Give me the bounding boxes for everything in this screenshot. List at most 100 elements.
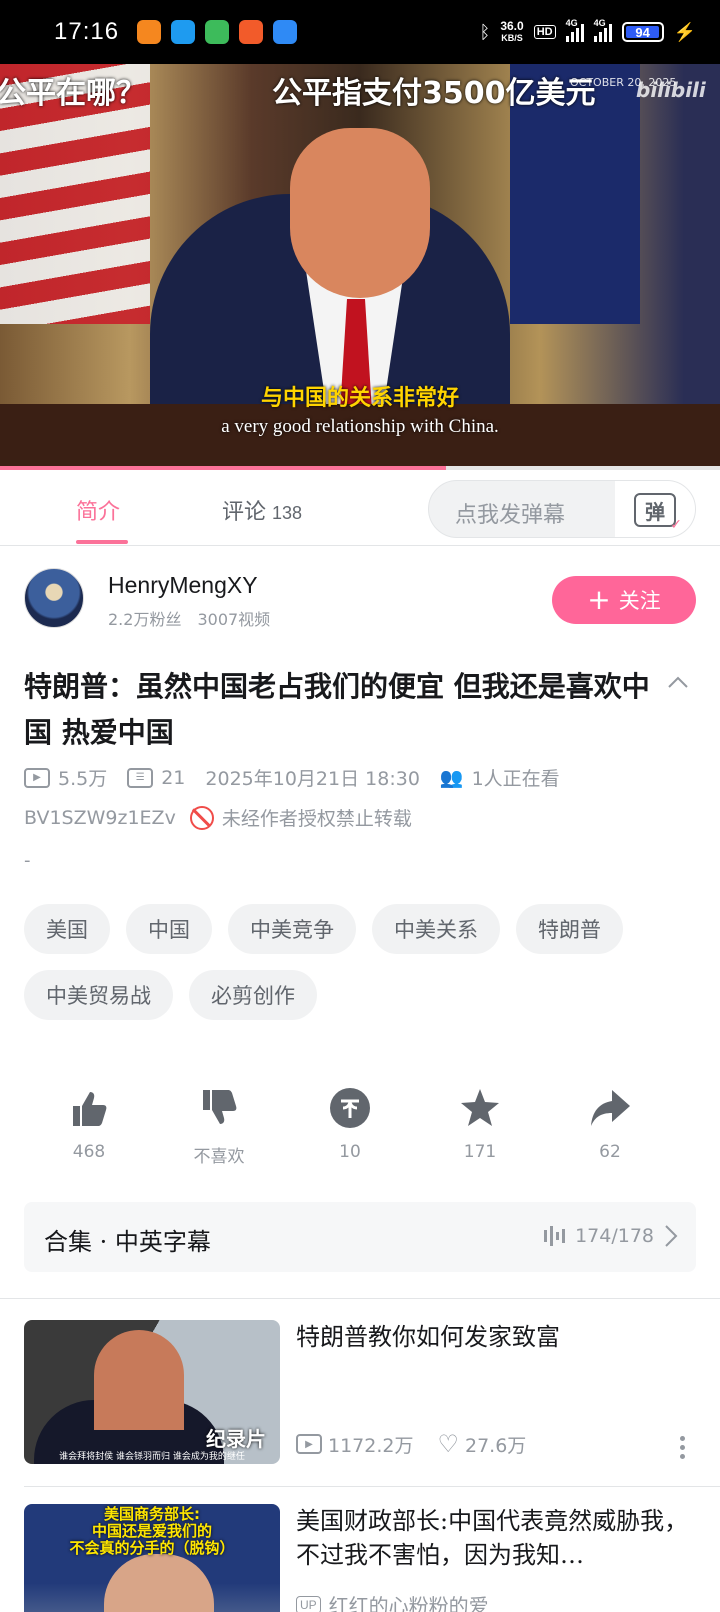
tag-item[interactable]: 中美贸易战 — [24, 970, 173, 1020]
video-meta: ▶ 5.5万 ☰ 21 2025年10月21日 18:30 👥 1人正在看 — [24, 764, 560, 791]
recommended-video[interactable]: 美国商务部长: 中国还是爱我们的 不会真的分手的（脱钩） 美国财政部长:中国代表… — [24, 1504, 696, 1612]
up-badge-icon: UP — [296, 1595, 321, 1612]
hd-voice-icon: HD — [533, 25, 556, 39]
danmaku-bar: 点我发弹幕 弹 — [428, 480, 696, 538]
follow-button[interactable]: + 关注 — [552, 576, 696, 624]
video-overlay-text: 公平指支付3500亿美元 — [272, 76, 596, 111]
recommended-video-title: 特朗普教你如何发家致富 — [296, 1323, 560, 1351]
video-thumbnail: 纪录片 谁会拜将封侯 谁会铩羽而归 谁会成为我的继任 — [24, 1320, 280, 1464]
tag-item[interactable]: 特朗普 — [516, 904, 623, 954]
watching-count: 1人正在看 — [471, 768, 560, 790]
video-player[interactable]: 公平在哪？ 公平指支付3500亿美元 OCTOBER 20, 2025 bili… — [0, 64, 720, 468]
dislike-button[interactable]: 不喜欢 — [159, 1086, 279, 1167]
collection-progress: 174/178 — [544, 1224, 678, 1248]
coin-button[interactable]: 10 — [290, 1086, 410, 1162]
uploader-fans: 2.2万粉丝 — [108, 610, 182, 629]
status-time: 17:16 — [54, 18, 120, 45]
coin-icon — [330, 1088, 370, 1128]
tag-list: 美国 中国 中美竞争 中美关系 特朗普 中美贸易战 必剪创作 — [24, 904, 704, 1020]
danmaku-input[interactable]: 点我发弹幕 — [455, 497, 565, 529]
net-speed: 36.0 KB/S — [500, 18, 524, 44]
net-speed-unit: KB/S — [501, 32, 523, 43]
subtitle-chinese: 与中国的关系非常好 — [260, 386, 459, 411]
tag-item[interactable]: 中美关系 — [372, 904, 500, 954]
chevron-up-icon[interactable] — [666, 670, 690, 694]
recommended-like-count: 27.6万 — [465, 1434, 527, 1457]
thumbnail-figure-head — [94, 1330, 184, 1430]
signal-icon-2: 4G — [593, 18, 612, 42]
like-count: 468 — [72, 1142, 106, 1162]
share-icon — [591, 1090, 630, 1126]
recommended-view-count: 1172.2万 — [328, 1434, 414, 1457]
comments-count: 138 — [272, 503, 303, 523]
danmaku-toggle-button[interactable]: 弹 — [615, 481, 695, 537]
net-speed-value: 36.0 — [500, 18, 524, 33]
copyright-notice: 未经作者授权禁止转载 — [221, 808, 412, 830]
cloud-notification-icon — [273, 20, 298, 44]
recommended-video-title: 美国财政部长:中国代表竟然威胁我，不过我不害怕，因为我知… — [296, 1507, 689, 1569]
video-description: - — [24, 850, 31, 871]
share-button[interactable]: 62 — [550, 1086, 670, 1162]
publish-time: 2025年10月21日 18:30 — [205, 768, 420, 790]
tab-comments-label: 评论 — [222, 500, 267, 525]
list-divider — [24, 1486, 720, 1487]
section-divider — [0, 1298, 720, 1299]
no-repost-icon — [189, 805, 214, 830]
thumbnail-figure-head — [104, 1554, 214, 1612]
video-overlay-text-left: 公平在哪？ — [0, 76, 146, 111]
bvid[interactable]: BV1SZW9z1EZv — [24, 807, 176, 829]
qq-notification-icon — [171, 20, 196, 44]
danmaku-icon: 弹 — [634, 493, 682, 533]
thumbs-down-icon — [203, 1090, 237, 1124]
bilibili-watermark: bilibili — [636, 78, 706, 102]
thumbs-up-icon — [73, 1092, 107, 1126]
thumbnail-text: 美国商务部长: 中国还是爱我们的 不会真的分手的（脱钩） — [69, 1505, 235, 1557]
tag-item[interactable]: 必剪创作 — [189, 970, 317, 1020]
chevron-right-icon — [665, 1225, 678, 1247]
battery-level: 94 — [635, 24, 650, 40]
tag-item[interactable]: 中国 — [126, 904, 212, 954]
view-count: 5.5万 — [58, 768, 108, 790]
uploader-stats: 2.2万粉丝 3007视频 — [108, 606, 270, 630]
tab-comments[interactable]: 评论 138 — [222, 494, 302, 526]
notification-icons — [137, 20, 298, 44]
dislike-label: 不喜欢 — [193, 1147, 245, 1167]
charging-icon: ⚡ — [673, 21, 696, 42]
recommended-video[interactable]: 纪录片 谁会拜将封侯 谁会铩羽而归 谁会成为我的继任 特朗普教你如何发家致富 ▶… — [24, 1320, 696, 1464]
tag-item[interactable]: 中美竞争 — [228, 904, 356, 954]
bluetooth-icon: ᛒ — [479, 21, 491, 42]
recommended-video-author: UP 红红的心粉粉的爱 — [296, 1590, 489, 1612]
play-count-icon: ▶ — [24, 767, 50, 788]
heart-icon: ♡ — [437, 1430, 459, 1458]
signal-icon: 4G — [565, 18, 584, 42]
tag-item[interactable]: 美国 — [24, 904, 110, 954]
star-icon — [461, 1089, 499, 1126]
video-meta-2: BV1SZW9z1EZv 未经作者授权禁止转载 — [24, 804, 412, 831]
watching-icon: 👥 — [439, 767, 464, 789]
tab-intro[interactable]: 简介 — [76, 494, 120, 526]
recommended-video-meta: ▶ 1172.2万 ♡ 27.6万 — [296, 1430, 526, 1458]
like-button[interactable]: 468 — [29, 1086, 149, 1162]
author-name[interactable]: 红红的心粉粉的爱 — [329, 1590, 489, 1612]
favorite-button[interactable]: 171 — [420, 1086, 540, 1162]
favorite-count: 171 — [463, 1142, 497, 1162]
uploader-name[interactable]: HenryMengXY — [108, 572, 258, 599]
uploader-video-count: 3007视频 — [197, 610, 271, 629]
status-bar: 17:16 ᛒ 36.0 KB/S HD 4G 4G 94 ⚡ — [0, 0, 720, 64]
coin-count: 10 — [339, 1142, 361, 1162]
thumbnail-badge: 纪录片 — [206, 1427, 266, 1451]
message-notification-icon — [205, 20, 230, 44]
signal-label-2: 4G — [593, 18, 606, 28]
video-thumbnail: 美国商务部长: 中国还是爱我们的 不会真的分手的（脱钩） — [24, 1504, 280, 1612]
collection-title: 合集 · 中英字幕 — [44, 1228, 211, 1256]
more-options-icon[interactable] — [680, 1436, 686, 1459]
tab-active-indicator — [76, 540, 128, 544]
action-bar: 468 不喜欢 10 171 62 — [0, 1086, 720, 1167]
detail-tabs: 简介 评论 138 点我发弹幕 弹 — [0, 470, 720, 546]
uploader-avatar[interactable] — [24, 568, 84, 628]
app-notification-icon — [137, 20, 162, 44]
collection-card[interactable]: 合集 · 中英字幕 174/178 — [24, 1202, 696, 1272]
play-count-icon: ▶ — [296, 1434, 322, 1454]
collection-progress-text: 174/178 — [575, 1225, 654, 1247]
signal-label: 4G — [565, 18, 578, 28]
